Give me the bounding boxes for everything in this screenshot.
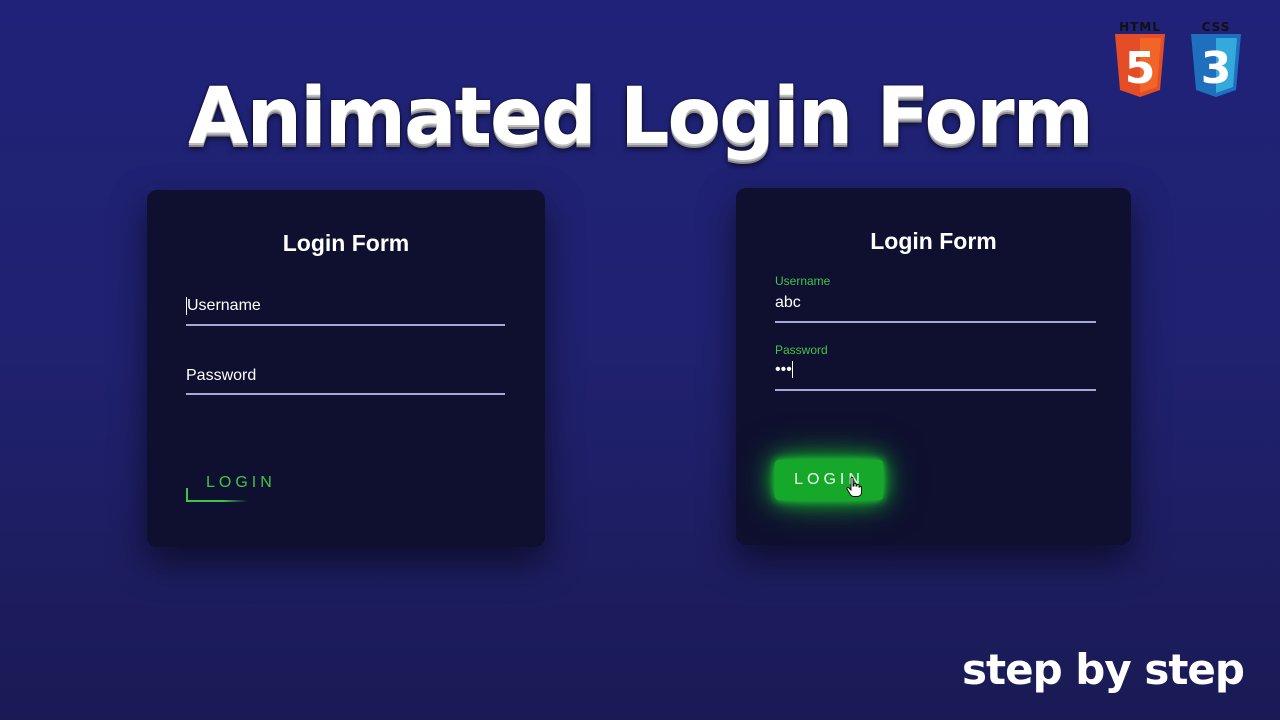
html5-caption: HTML xyxy=(1119,20,1161,34)
card-title: Login Form xyxy=(282,230,410,256)
password-label: Password xyxy=(775,343,828,357)
login-button[interactable]: LOGIN xyxy=(186,472,276,504)
username-field[interactable]: Username xyxy=(186,295,505,327)
css3-icon: 3 xyxy=(1191,34,1241,97)
html5-badge: HTML 5 xyxy=(1112,20,1168,98)
card-title: Login Form xyxy=(870,228,997,254)
tagline: step by step xyxy=(962,645,1245,694)
password-field[interactable]: Password ••• xyxy=(775,343,1096,393)
button-border-animation xyxy=(186,500,248,502)
password-field[interactable]: Password xyxy=(186,365,505,397)
username-underline xyxy=(775,321,1096,323)
password-underline xyxy=(186,393,505,395)
hand-pointer-icon xyxy=(846,477,862,497)
login-card-empty: Login Form Username Password LOGIN xyxy=(147,190,545,547)
username-underline xyxy=(186,324,505,326)
login-card-filled: Login Form Username abc Password ••• LOG… xyxy=(736,188,1131,545)
password-placeholder: Password xyxy=(186,367,257,384)
username-placeholder: Username xyxy=(186,297,261,315)
tech-badges: HTML 5 CSS 3 xyxy=(1112,20,1244,98)
username-field[interactable]: Username abc xyxy=(775,274,1096,324)
password-underline xyxy=(775,389,1096,391)
login-button[interactable]: LOGIN xyxy=(775,460,883,500)
css3-glyph: 3 xyxy=(1201,43,1232,94)
css3-caption: CSS xyxy=(1201,20,1231,34)
password-value: ••• xyxy=(775,361,793,379)
html5-icon: 5 xyxy=(1115,34,1165,97)
username-label: Username xyxy=(775,274,831,288)
html5-glyph: 5 xyxy=(1125,43,1156,94)
headline: Animated Login Form xyxy=(188,72,1094,162)
text-caret xyxy=(791,361,793,379)
login-button-label: LOGIN xyxy=(206,474,276,491)
css3-badge: CSS 3 xyxy=(1188,20,1244,98)
username-value: abc xyxy=(775,294,801,311)
